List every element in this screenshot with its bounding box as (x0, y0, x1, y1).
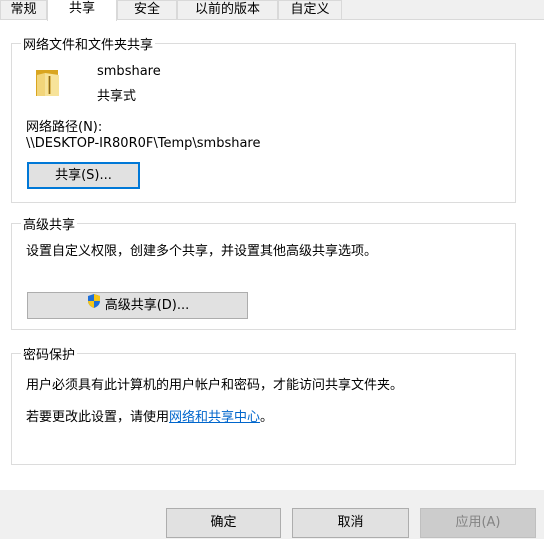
share-status: 共享式 (97, 89, 137, 104)
advanced-sharing-group: 高级共享 设置自定义权限，创建多个共享，并设置其他高级共享选项。 高级共享(D)… (11, 214, 516, 330)
tab-security[interactable]: 安全 (117, 0, 177, 19)
change-setting-prefix: 若要更改此设置，请使用 (26, 410, 170, 425)
shield-icon (86, 293, 102, 318)
tab-sharing[interactable]: 共享 (47, 0, 117, 21)
password-protection-description: 用户必须具有此计算机的用户帐户和密码，才能访问共享文件夹。 (26, 378, 404, 393)
apply-button[interactable]: 应用(A) (420, 508, 536, 538)
tab-previous-versions[interactable]: 以前的版本 (177, 0, 278, 19)
password-protection-group: 密码保护 用户必须具有此计算机的用户帐户和密码，才能访问共享文件夹。 若要更改此… (11, 344, 516, 465)
network-path-label: 网络路径(N): (26, 120, 103, 135)
network-sharing-title: 网络文件和文件夹共享 (21, 34, 156, 53)
advanced-sharing-title: 高级共享 (21, 214, 78, 233)
advanced-sharing-description: 设置自定义权限，创建多个共享，并设置其他高级共享选项。 (26, 244, 378, 259)
change-setting-suffix: 。 (260, 410, 274, 425)
tab-customize[interactable]: 自定义 (278, 0, 342, 19)
advanced-sharing-button-label: 高级共享(D)... (104, 298, 190, 313)
tab-bar: 常规 共享 安全 以前的版本 自定义 (0, 0, 544, 21)
network-sharing-group: 网络文件和文件夹共享 smbshare 共享式 网络路径(N): \\DESKT… (11, 34, 516, 203)
folder-name: smbshare (97, 64, 161, 79)
network-path-value: \\DESKTOP-IR80R0F\Temp\smbshare (26, 136, 261, 151)
tab-general[interactable]: 常规 (0, 0, 47, 19)
share-button[interactable]: 共享(S)... (27, 162, 140, 189)
change-setting-text: 若要更改此设置，请使用网络和共享中心。 (26, 406, 273, 425)
cancel-button[interactable]: 取消 (292, 508, 409, 538)
password-protection-title: 密码保护 (21, 344, 78, 363)
folder-icon (34, 66, 62, 102)
ok-button[interactable]: 确定 (166, 508, 281, 538)
sharing-panel: 网络文件和文件夹共享 smbshare 共享式 网络路径(N): \\DESKT… (0, 20, 544, 490)
advanced-sharing-button[interactable]: 高级共享(D)... (27, 292, 248, 319)
dialog-footer: 确定 取消 应用(A) (0, 490, 544, 539)
network-sharing-center-link[interactable]: 网络和共享中心 (169, 410, 260, 425)
